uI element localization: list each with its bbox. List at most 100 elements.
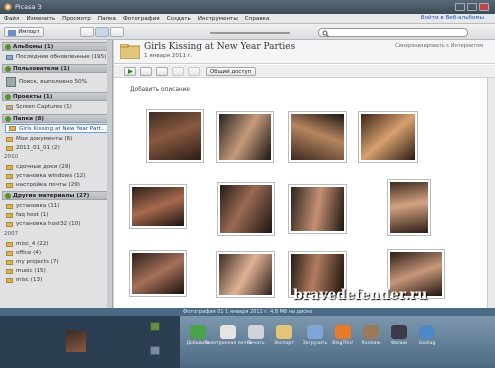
folder-icon (6, 241, 13, 247)
collage-button[interactable] (140, 67, 152, 76)
status-text: Фотография 01 1 января 2011 г. 4,8 Мб на… (182, 309, 313, 315)
sidebar-scrollbar[interactable] (107, 40, 112, 308)
photo-thumbnail[interactable] (130, 185, 186, 228)
email-button[interactable]: Электронная почта (204, 325, 252, 355)
folder-item[interactable]: установка windows (12) (6, 172, 110, 180)
tray-photo-thumbnail[interactable] (66, 330, 86, 352)
menu-create[interactable]: Создать (167, 16, 191, 22)
geotag-button[interactable]: Geotag (415, 325, 439, 355)
email-icon (220, 325, 236, 339)
share-button[interactable]: Общий доступ (206, 67, 256, 76)
folder-item[interactable]: misc (13) (6, 276, 110, 284)
photo-thumbnail[interactable] (130, 251, 186, 296)
folder-item[interactable]: faq host (1) (6, 211, 110, 219)
folder-item[interactable]: music (15) (6, 267, 110, 275)
people-item[interactable]: Поиск, выполнено 50% (6, 76, 110, 88)
albums-section-header[interactable]: Альбомы (1) (2, 42, 112, 51)
printer-icon (248, 325, 264, 339)
play-slideshow-button[interactable] (124, 67, 136, 76)
year-label: 2007 (4, 231, 19, 237)
import-button[interactable]: Импорт (4, 27, 44, 37)
project-label: Screen Captures (1) (16, 104, 72, 110)
people-header-label: Пользователи (1) (13, 65, 70, 72)
photo-thumbnail[interactable] (218, 183, 274, 235)
folders-section-header[interactable]: Папки (8) (2, 114, 112, 123)
projects-section-header[interactable]: Проекты (1) (2, 92, 112, 101)
person-icon (6, 77, 16, 87)
folder-item[interactable]: установка (11) (6, 202, 110, 210)
project-item[interactable]: Screen Captures (1) (6, 103, 110, 111)
view-library-button[interactable] (80, 27, 94, 37)
menu-view[interactable]: Просмотр (62, 16, 91, 22)
folder-item[interactable]: 2011_01_01 (2) (6, 144, 110, 152)
sync-label[interactable]: Синхронизировать с Интернетом (395, 43, 483, 49)
export-button[interactable]: Экспорт (272, 325, 296, 355)
minimize-button[interactable] (455, 3, 465, 11)
add-to-album-button[interactable]: Добавить (186, 325, 210, 355)
collage-tray-button[interactable]: Коллаж (359, 325, 383, 355)
folder-item[interactable]: misc_4 (22) (6, 240, 110, 248)
photo-thumbnail[interactable] (388, 180, 430, 235)
tray-hold-button[interactable] (150, 322, 160, 331)
folder-item[interactable]: установка host32 (10) (6, 220, 110, 228)
collapse-icon (5, 65, 11, 72)
menu-tools[interactable]: Инструменты (198, 16, 238, 22)
photo-thumbnail[interactable] (147, 110, 203, 162)
folder-item[interactable]: настройка почты (29) (6, 181, 110, 189)
people-section-header[interactable]: Пользователи (1) (2, 64, 112, 73)
blogthis-button[interactable]: BlogThis! (331, 325, 355, 355)
tray-label: Фильм (390, 341, 408, 346)
play-icon (128, 69, 133, 74)
movie-tray-button[interactable]: Фильм (387, 325, 411, 355)
tray-clear-button[interactable] (150, 346, 160, 355)
folder-item[interactable]: Мои документы (6) (6, 135, 110, 143)
menu-help[interactable]: Справка (245, 16, 270, 22)
photo-thumbnail[interactable] (217, 252, 274, 297)
folder-label: 2011_01_01 (2) (16, 145, 60, 151)
folder-large-icon (120, 44, 140, 59)
album-item[interactable]: Последние обновленные (195) (6, 53, 110, 61)
photo-thumbnail[interactable] (289, 185, 346, 233)
add-description-link[interactable]: Добавить описание (130, 87, 190, 93)
collage-icon (363, 325, 379, 339)
blog-icon (335, 325, 351, 339)
album-label: Последние обновленные (195) (16, 54, 107, 60)
main-scrollbar[interactable] (487, 78, 495, 308)
view-timeline-button[interactable] (110, 27, 124, 37)
picasa-logo-icon (4, 3, 12, 11)
photo-tray (0, 316, 180, 368)
folder-title[interactable]: Girls Kissing at New Year Parties (144, 42, 295, 52)
other-section-header[interactable]: Другие материалы (27) (2, 191, 112, 200)
movie-button[interactable] (156, 67, 168, 76)
folder-item-selected[interactable]: Girls Kissing at New Year Part... (5, 124, 112, 133)
photo-thumbnail[interactable] (217, 112, 273, 162)
folder-item[interactable]: my projects (7) (6, 258, 110, 266)
title-bar: Picasa 3 (0, 0, 495, 14)
search-input[interactable] (318, 28, 468, 37)
menu-photo[interactable]: Фотография (123, 16, 160, 22)
zoom-slider[interactable] (210, 32, 290, 34)
projects-header-label: Проекты (1) (13, 93, 53, 100)
folder-icon (6, 203, 13, 209)
folder-label: office (4) (16, 250, 42, 256)
view-list-button[interactable] (95, 27, 109, 37)
upload-button[interactable] (188, 67, 200, 76)
menu-file[interactable]: Файл (4, 16, 19, 22)
folder-item[interactable]: office (4) (6, 249, 110, 257)
folder-label: my projects (7) (16, 259, 59, 265)
folders-header-label: Папки (8) (13, 115, 44, 122)
folder-icon (6, 145, 13, 151)
watermark-text: bravedefender.ru (293, 287, 428, 303)
menu-folder[interactable]: Папка (98, 16, 116, 22)
close-button[interactable] (479, 3, 489, 11)
tray-label: BlogThis! (332, 341, 354, 346)
sync-button[interactable] (172, 67, 184, 76)
folder-item[interactable]: сдочные доки (29) (6, 163, 110, 171)
photo-thumbnail[interactable] (359, 112, 417, 162)
upload-web-button[interactable]: Загрузить (303, 325, 327, 355)
print-button[interactable]: Печать (244, 325, 268, 355)
signin-link[interactable]: Войти в Веб-альбомы (421, 15, 484, 21)
maximize-button[interactable] (467, 3, 477, 11)
photo-thumbnail[interactable] (289, 112, 346, 162)
menu-edit[interactable]: Изменить (26, 16, 55, 22)
